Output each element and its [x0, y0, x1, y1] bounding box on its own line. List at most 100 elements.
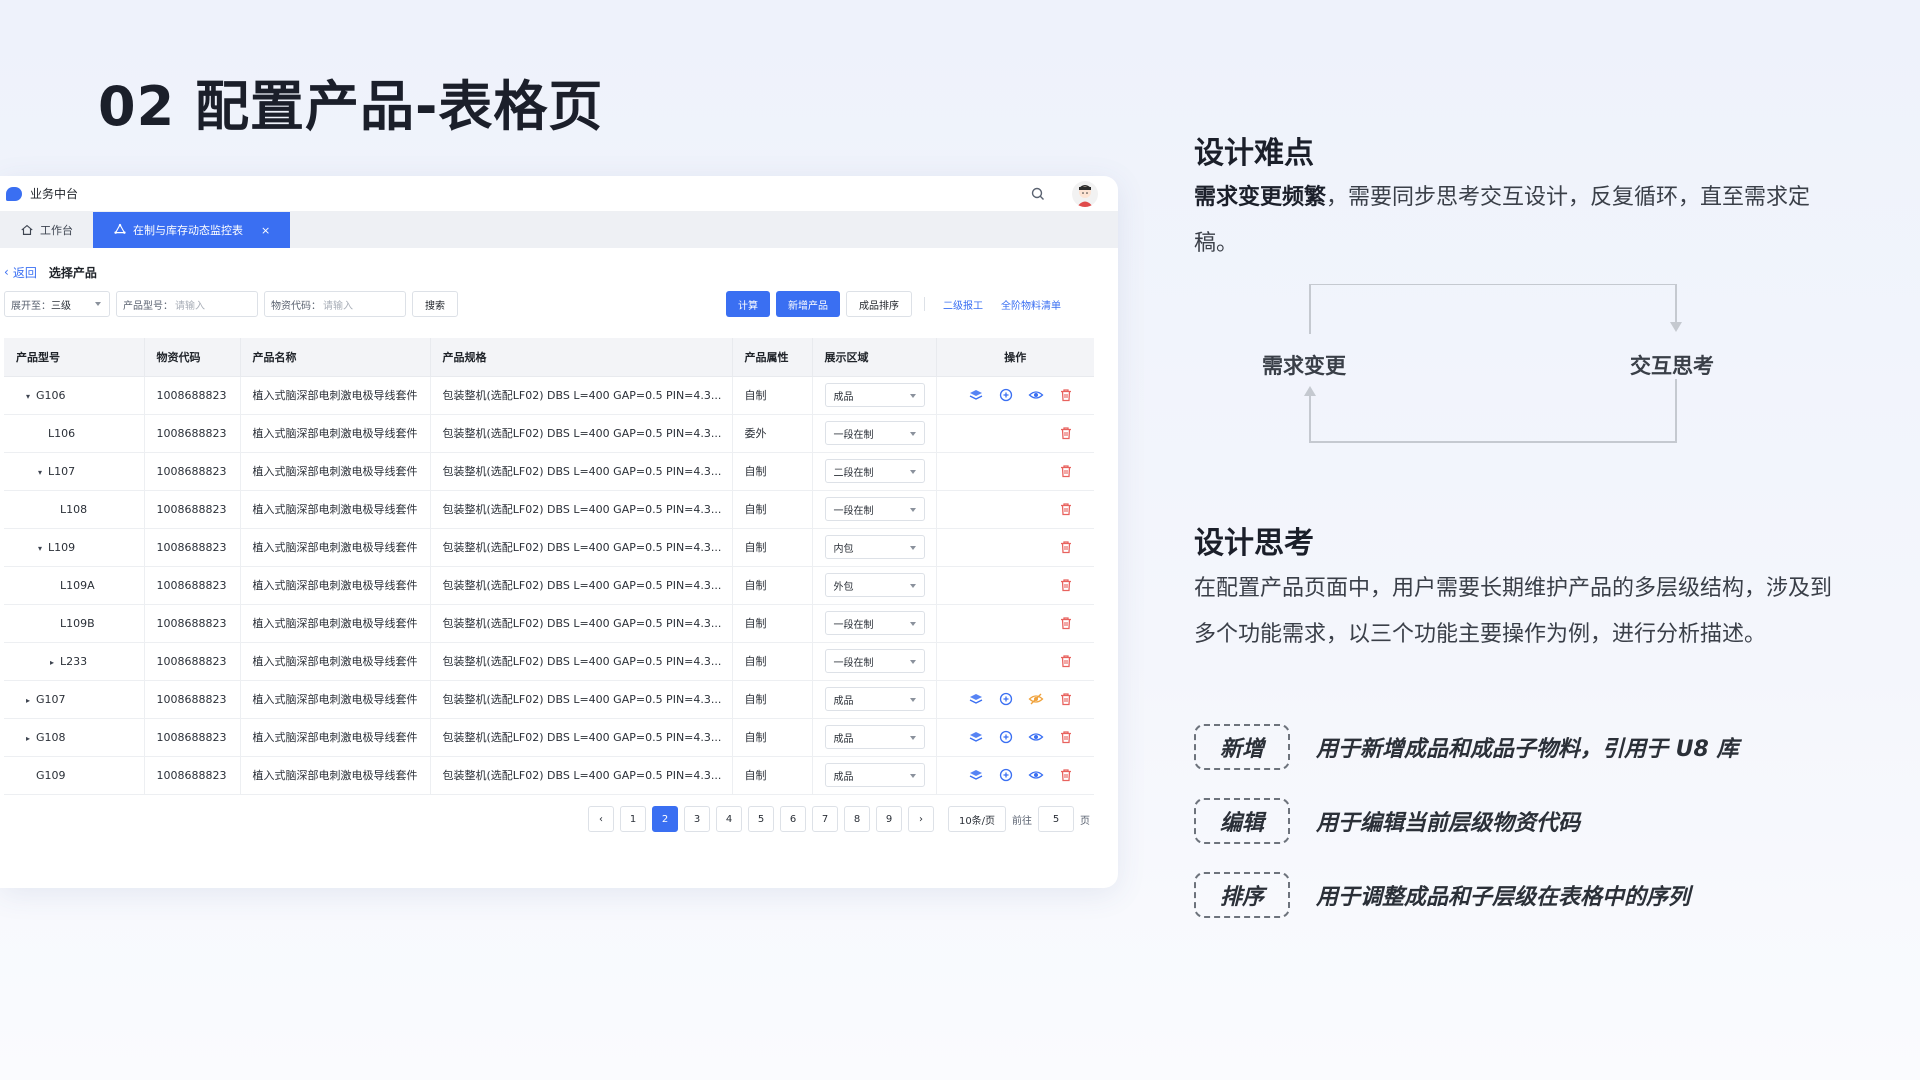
delete-icon[interactable]: [1058, 539, 1074, 555]
close-icon[interactable]: ×: [261, 224, 270, 237]
model-cell: ▸ G108: [4, 718, 145, 757]
delete-icon[interactable]: [1058, 387, 1074, 403]
page-button[interactable]: 5: [748, 806, 774, 832]
delete-icon[interactable]: [1058, 615, 1074, 631]
page-button[interactable]: 6: [780, 806, 806, 832]
delete-icon[interactable]: [1058, 653, 1074, 669]
add-product-button[interactable]: 新增产品: [776, 291, 840, 317]
add-circle-icon[interactable]: [998, 767, 1014, 783]
add-circle-icon[interactable]: [998, 387, 1014, 403]
page-button[interactable]: 8: [844, 806, 870, 832]
eye-off-icon[interactable]: [1028, 691, 1044, 707]
avatar[interactable]: [1072, 181, 1098, 207]
page-button[interactable]: 2: [652, 806, 678, 832]
feature-item-add: 新增 用于新增成品和成品子物料，引用于 U8 库: [1194, 724, 1739, 770]
name-cell: 植入式脑深部电刺激电极导线套件: [240, 718, 431, 757]
spec-cell: 包装整机(选配LF02) DBS L=400 GAP=0.5 PIN=4.3..…: [430, 718, 733, 757]
area-select[interactable]: 成品: [824, 763, 925, 787]
delete-icon[interactable]: [1058, 425, 1074, 441]
prev-page-button[interactable]: ‹: [588, 806, 614, 832]
calc-button[interactable]: 计算: [726, 291, 770, 317]
delete-icon[interactable]: [1058, 767, 1074, 783]
tree-toggle-icon[interactable]: ▸: [26, 734, 36, 743]
name-cell: 植入式脑深部电刺激电极导线套件: [240, 604, 431, 643]
spec-cell: 包装整机(选配LF02) DBS L=400 GAP=0.5 PIN=4.3..…: [430, 414, 733, 453]
page-button[interactable]: 9: [876, 806, 902, 832]
area-select[interactable]: 一段在制: [824, 611, 925, 635]
product-model-input[interactable]: 产品型号： 请输入: [116, 291, 258, 317]
area-select[interactable]: 成品: [824, 383, 925, 407]
name-cell: 植入式脑深部电刺激电极导线套件: [240, 414, 431, 453]
table-row[interactable]: ▸ G107 1008688823 植入式脑深部电刺激电极导线套件 包装整机(选配LF0…: [4, 680, 1094, 719]
page-button[interactable]: 7: [812, 806, 838, 832]
delete-icon[interactable]: [1058, 577, 1074, 593]
attr-cell: 自制: [732, 604, 813, 643]
column-header: 产品属性: [732, 338, 813, 377]
table-row[interactable]: L106 1008688823 植入式脑深部电刺激电极导线套件 包装整机(选配LF02…: [4, 414, 1094, 453]
thinking-text: 在配置产品页面中，用户需要长期维护产品的多层级结构，涉及到多个功能需求，以三个功…: [1194, 576, 1833, 647]
spec-cell: 包装整机(选配LF02) DBS L=400 GAP=0.5 PIN=4.3..…: [430, 680, 733, 719]
material-code-input[interactable]: 物资代码： 请输入: [264, 291, 406, 317]
area-cell: 成品: [812, 756, 937, 795]
add-circle-icon[interactable]: [998, 729, 1014, 745]
tree-toggle-icon[interactable]: ▾: [38, 544, 48, 553]
page-button[interactable]: 4: [716, 806, 742, 832]
area-select[interactable]: 一段在制: [824, 497, 925, 521]
add-circle-icon[interactable]: [998, 691, 1014, 707]
bom-link[interactable]: 全阶物料清单: [995, 297, 1067, 312]
table-row[interactable]: G109 1008688823 植入式脑深部电刺激电极导线套件 包装整机(选配LF02…: [4, 756, 1094, 795]
next-page-button[interactable]: ›: [908, 806, 934, 832]
delete-icon[interactable]: [1058, 691, 1074, 707]
area-select[interactable]: 二段在制: [824, 459, 925, 483]
page-button[interactable]: 3: [684, 806, 710, 832]
layers-icon[interactable]: [968, 729, 984, 745]
table-row[interactable]: ▸ L233 1008688823 植入式脑深部电刺激电极导线套件 包装整机(选配LF0…: [4, 642, 1094, 681]
area-select[interactable]: 外包: [824, 573, 925, 597]
tree-toggle-icon[interactable]: ▸: [50, 658, 60, 667]
goto-page-input[interactable]: 5: [1038, 806, 1074, 832]
delete-icon[interactable]: [1058, 729, 1074, 745]
caret-down-icon: [909, 774, 916, 778]
difficulty-text: 需求变更频繁，需要同步思考交互设计，反复循环，直至需求定稿。: [1194, 185, 1811, 256]
layers-icon[interactable]: [968, 767, 984, 783]
expand-level-select[interactable]: 展开至： 三级: [4, 291, 110, 317]
area-select[interactable]: 内包: [824, 535, 925, 559]
area-select[interactable]: 成品: [824, 725, 925, 749]
sort-button[interactable]: 成品排序: [846, 291, 912, 317]
ops-cell: [936, 414, 1094, 453]
name-cell: 植入式脑深部电刺激电极导线套件: [240, 642, 431, 681]
table-row[interactable]: ▾ G106 1008688823 植入式脑深部电刺激电极导线套件 包装整机(选配LF0…: [4, 376, 1094, 415]
area-select[interactable]: 一段在制: [824, 421, 925, 445]
table-row[interactable]: L108 1008688823 植入式脑深部电刺激电极导线套件 包装整机(选配LF02…: [4, 490, 1094, 529]
layers-icon[interactable]: [968, 387, 984, 403]
eye-icon[interactable]: [1028, 387, 1044, 403]
secondary-report-link[interactable]: 二级报工: [937, 297, 989, 312]
tree-toggle-icon[interactable]: ▾: [26, 392, 36, 401]
eye-icon[interactable]: [1028, 729, 1044, 745]
tab-workbench[interactable]: 工作台: [0, 212, 93, 248]
layers-icon[interactable]: [968, 691, 984, 707]
table-row[interactable]: L109A 1008688823 植入式脑深部电刺激电极导线套件 包装整机(选配LF0…: [4, 566, 1094, 605]
table-row[interactable]: ▸ G108 1008688823 植入式脑深部电刺激电极导线套件 包装整机(选配LF0…: [4, 718, 1094, 757]
table-row[interactable]: L109B 1008688823 植入式脑深部电刺激电极导线套件 包装整机(选配LF0…: [4, 604, 1094, 643]
code-cell: 1008688823: [144, 414, 241, 453]
area-select[interactable]: 一段在制: [824, 649, 925, 673]
feature-item-edit: 编辑 用于编辑当前层级物资代码: [1194, 798, 1580, 844]
area-select[interactable]: 成品: [824, 687, 925, 711]
eye-icon[interactable]: [1028, 767, 1044, 783]
delete-icon[interactable]: [1058, 501, 1074, 517]
spec-cell: 包装整机(选配LF02) DBS L=400 GAP=0.5 PIN=4.3..…: [430, 566, 733, 605]
search-button[interactable]: 搜索: [412, 291, 458, 317]
table-row[interactable]: ▾ L107 1008688823 植入式脑深部电刺激电极导线套件 包装整机(选配LF0…: [4, 452, 1094, 491]
page-size-select[interactable]: 10条/页: [948, 806, 1006, 832]
table-row[interactable]: ▾ L109 1008688823 植入式脑深部电刺激电极导线套件 包装整机(选配LF0…: [4, 528, 1094, 567]
tree-toggle-icon[interactable]: ▸: [26, 696, 36, 705]
back-link[interactable]: ‹ 返回: [4, 264, 37, 281]
delete-icon[interactable]: [1058, 463, 1074, 479]
code-cell: 1008688823: [144, 566, 241, 605]
page-button[interactable]: 1: [620, 806, 646, 832]
cycle-label-right: 交互思考: [1630, 354, 1714, 378]
tree-toggle-icon[interactable]: ▾: [38, 468, 48, 477]
search-icon[interactable]: [1030, 186, 1046, 202]
tab-monitor[interactable]: 在制与库存动态监控表 ×: [93, 212, 291, 248]
